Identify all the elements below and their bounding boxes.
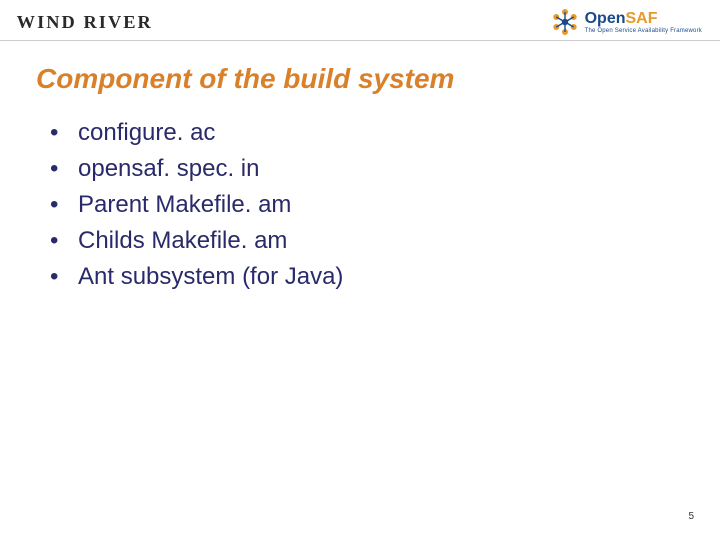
windriver-logo-text: WIND RIVER <box>17 12 153 33</box>
opensaf-logo-block: OpenSAF The Open Service Availability Fr… <box>551 8 702 36</box>
list-item: • Childs Makefile. am <box>48 223 720 259</box>
list-item-text: Parent Makefile. am <box>78 187 291 223</box>
bullet-icon: • <box>48 115 78 151</box>
opensaf-icon <box>551 8 579 36</box>
opensaf-title-saf: SAF <box>625 10 657 27</box>
bullet-icon: • <box>48 151 78 187</box>
opensaf-title-open: Open <box>585 10 626 27</box>
list-item: • Ant subsystem (for Java) <box>48 259 720 295</box>
bullet-icon: • <box>48 187 78 223</box>
list-item-text: configure. ac <box>78 115 215 151</box>
slide-header: WIND RIVER OpenSAF The <box>0 0 720 41</box>
bullet-icon: • <box>48 259 78 295</box>
bullet-list: • configure. ac • opensaf. spec. in • Pa… <box>0 105 720 295</box>
list-item: • Parent Makefile. am <box>48 187 720 223</box>
opensaf-title: OpenSAF <box>585 11 702 27</box>
bullet-icon: • <box>48 223 78 259</box>
opensaf-tagline: The Open Service Availability Framework <box>585 28 702 34</box>
list-item-text: Ant subsystem (for Java) <box>78 259 343 295</box>
list-item: • opensaf. spec. in <box>48 151 720 187</box>
list-item-text: opensaf. spec. in <box>78 151 259 187</box>
slide-title: Component of the build system <box>0 41 720 105</box>
list-item-text: Childs Makefile. am <box>78 223 287 259</box>
opensaf-text: OpenSAF The Open Service Availability Fr… <box>585 11 702 34</box>
list-item: • configure. ac <box>48 115 720 151</box>
page-number: 5 <box>688 511 694 522</box>
